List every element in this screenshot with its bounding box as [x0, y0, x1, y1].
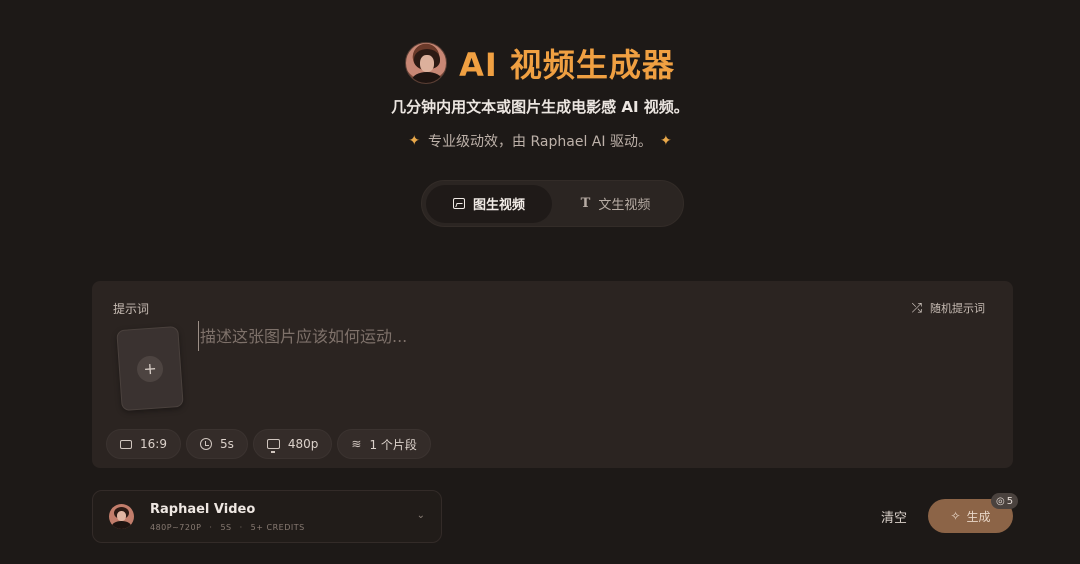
model-selector[interactable]: Raphael Video 480P~720P · 5S · 5+ CREDIT…: [92, 490, 442, 543]
prompt-card: 提示词 ⤮ 随机提示词 + 16:9 5s 480p ≋ 1 个片段: [92, 281, 1013, 468]
duration-chip[interactable]: 5s: [185, 429, 248, 459]
aspect-ratio-chip[interactable]: 16:9: [106, 429, 181, 459]
model-resolution: 480P~720P: [150, 522, 202, 532]
aspect-ratio-icon: [120, 439, 132, 449]
credit-icon: ◎: [996, 495, 1005, 507]
option-row: 16:9 5s 480p ≋ 1 个片段: [106, 429, 431, 459]
generate-label: 生成: [966, 509, 991, 524]
tab-label: 图生视频: [472, 198, 525, 213]
aspect-ratio-value: 16:9: [140, 437, 167, 451]
mode-tabs: 图生视频 T 文生视频: [421, 180, 684, 227]
tab-text-to-video[interactable]: T 文生视频: [552, 185, 679, 223]
shuffle-icon: ⤮: [911, 300, 922, 316]
page-subtitle: 几分钟内用文本或图片生成电影感 AI 视频。: [391, 98, 689, 116]
tagline-text: 专业级动效，由 Raphael AI 驱动。: [428, 134, 652, 150]
random-prompt-button[interactable]: ⤮ 随机提示词: [912, 300, 985, 316]
image-icon: [452, 198, 465, 209]
page-title: AI 视频生成器: [459, 46, 675, 84]
model-avatar: [109, 504, 134, 529]
prompt-label: 提示词: [113, 302, 150, 316]
tab-label: 文生视频: [598, 198, 651, 213]
monitor-icon: [266, 439, 280, 453]
model-name: Raphael Video: [150, 501, 256, 517]
chevron-down-icon: ⌄: [416, 510, 425, 521]
resolution-chip[interactable]: 480p: [252, 429, 333, 459]
brand-avatar: [405, 42, 448, 84]
image-upload-tile[interactable]: +: [116, 325, 184, 412]
layers-icon: ≋: [351, 437, 362, 451]
page: AI 视频生成器 几分钟内用文本或图片生成电影感 AI 视频。 ✦ 专业级动效，…: [0, 0, 1080, 564]
sparkle-icon: ✧: [950, 509, 961, 523]
tagline: ✦ 专业级动效，由 Raphael AI 驱动。 ✦: [0, 131, 1080, 151]
segments-value: 1 个片段: [369, 437, 417, 452]
text-icon: T: [580, 196, 591, 211]
credit-cost: 5: [1006, 495, 1014, 507]
model-credits: 5+ CREDITS: [250, 522, 305, 532]
duration-value: 5s: [219, 437, 234, 451]
hero-title: AI 视频生成器: [0, 40, 1080, 86]
sparkle-icon: ✦: [659, 133, 672, 149]
clock-icon: [199, 438, 212, 450]
plus-icon: +: [136, 354, 164, 383]
tab-image-to-video[interactable]: 图生视频: [426, 184, 552, 223]
segments-chip[interactable]: ≋ 1 个片段: [337, 429, 431, 459]
model-info: Raphael Video 480P~720P · 5S · 5+ CREDIT…: [150, 502, 305, 532]
model-meta: 480P~720P · 5S · 5+ CREDITS: [150, 523, 305, 532]
random-prompt-label: 随机提示词: [930, 302, 985, 315]
credit-badge: ◎ 5: [991, 493, 1019, 509]
meta-separator: ·: [209, 522, 213, 532]
meta-separator: ·: [239, 522, 243, 532]
resolution-value: 480p: [287, 437, 319, 451]
prompt-input[interactable]: [198, 321, 978, 351]
clear-button[interactable]: 清空: [881, 507, 907, 526]
model-duration: 5S: [220, 522, 232, 532]
sparkle-icon: ✦: [408, 133, 421, 149]
